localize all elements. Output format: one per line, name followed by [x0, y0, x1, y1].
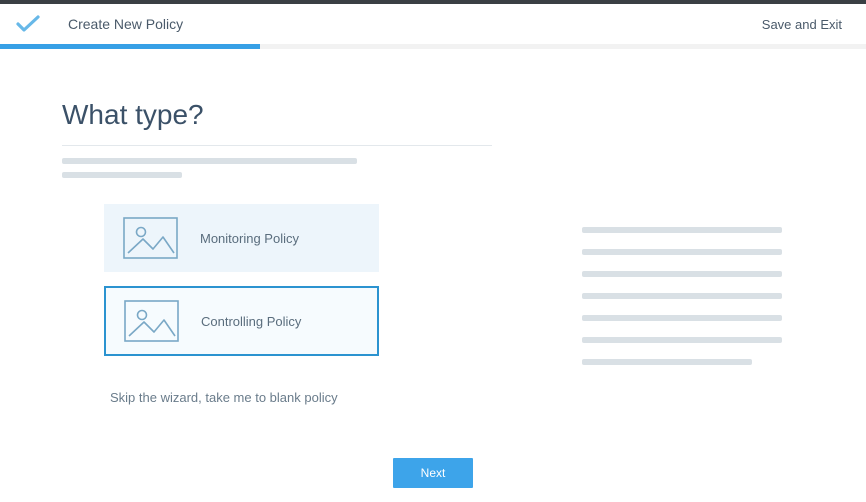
logo-check-icon — [16, 15, 40, 33]
next-button[interactable]: Next — [393, 458, 474, 488]
progress-bar — [0, 44, 866, 49]
placeholder-text — [582, 315, 782, 321]
content: What type? Monitoring Policy — [0, 49, 866, 405]
header-left: Create New Policy — [16, 15, 183, 33]
placeholder-text — [582, 249, 782, 255]
right-column — [582, 99, 806, 405]
divider — [62, 145, 492, 146]
footer: Next — [0, 458, 866, 488]
placeholder-text — [62, 172, 182, 178]
option-label: Monitoring Policy — [200, 231, 299, 246]
page-title: What type? — [62, 99, 532, 131]
skip-wizard-link[interactable]: Skip the wizard, take me to blank policy — [110, 390, 532, 405]
option-label: Controlling Policy — [201, 314, 301, 329]
image-placeholder-icon — [123, 217, 178, 259]
placeholder-text — [582, 293, 782, 299]
option-controlling-policy[interactable]: Controlling Policy — [104, 286, 379, 356]
placeholder-text — [582, 227, 782, 233]
option-monitoring-policy[interactable]: Monitoring Policy — [104, 204, 379, 272]
placeholder-text — [62, 158, 357, 164]
save-and-exit-link[interactable]: Save and Exit — [762, 17, 842, 32]
placeholder-text — [582, 359, 752, 365]
placeholder-text — [582, 337, 782, 343]
left-column: What type? Monitoring Policy — [62, 99, 532, 405]
header: Create New Policy Save and Exit — [0, 4, 866, 44]
progress-fill — [0, 44, 260, 49]
placeholder-text — [582, 271, 782, 277]
policy-type-options: Monitoring Policy Controlling Policy — [104, 204, 532, 356]
image-placeholder-icon — [124, 300, 179, 342]
header-title: Create New Policy — [68, 16, 183, 32]
